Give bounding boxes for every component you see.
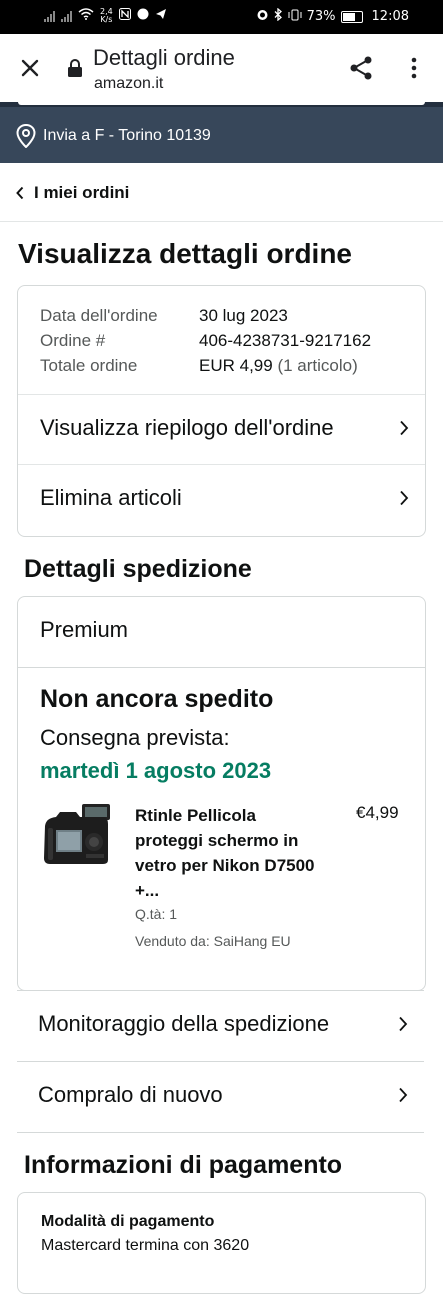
track-shipment-label: Monitoraggio della spedizione	[38, 1011, 330, 1036]
deliver-to-text: Invia a F - Torino 10139	[43, 127, 211, 144]
delete-items-link[interactable]: Elimina articoli	[18, 464, 425, 535]
back-link-label: I miei ordini	[34, 183, 130, 202]
chevron-right-icon	[399, 1087, 408, 1103]
order-number-label: Ordine #	[40, 331, 106, 350]
product-seller: Venduto da: SaiHang EU	[135, 933, 291, 949]
status-right: 73% 12:08	[256, 7, 409, 25]
payment-method-label: Modalità di pagamento	[41, 1213, 215, 1230]
notification-icon	[137, 8, 149, 24]
location-pin-icon	[16, 124, 36, 148]
order-total-amount: EUR 4,99	[199, 356, 273, 375]
battery-percent: 73%	[306, 9, 336, 24]
shipment-card: Premium Non ancora spedito Consegna prev…	[17, 596, 426, 991]
speed-unit: K/s	[100, 15, 113, 24]
signal-icon	[44, 10, 55, 22]
more-vert-icon	[411, 57, 417, 79]
payment-method-value: Mastercard termina con 3620	[41, 1237, 250, 1254]
signal-icon-2	[61, 10, 72, 22]
order-number-value: 406-4238731-9217162	[199, 331, 372, 350]
share-icon	[350, 56, 372, 80]
expected-delivery-label: Consegna prevista:	[40, 725, 230, 750]
bluetooth-icon	[274, 7, 283, 25]
order-date-value: 30 lug 2023	[199, 306, 288, 325]
chevron-left-icon	[16, 186, 24, 200]
status-bar: 2,4 K/s 73% 12:08	[0, 0, 443, 34]
order-summary-card: Data dell'ordine 30 lug 2023 Ordine # 40…	[17, 285, 426, 537]
close-icon	[21, 59, 39, 77]
deliver-to-bar[interactable]: Invia a F - Torino 10139	[0, 107, 443, 163]
order-date-label: Data dell'ordine	[40, 306, 158, 325]
telegram-icon	[155, 8, 167, 24]
shipment-status: Non ancora spedito	[40, 685, 274, 713]
network-speed: 2,4 K/s	[100, 8, 113, 24]
product-quantity: Q.tà: 1	[135, 906, 178, 922]
share-button[interactable]	[348, 55, 374, 86]
view-order-summary-link[interactable]: Visualizza riepilogo dell'ordine	[18, 394, 425, 465]
product-price: €4,99	[356, 803, 399, 822]
payment-heading: Informazioni di pagamento	[24, 1151, 343, 1179]
close-button[interactable]	[18, 56, 42, 80]
product-image[interactable]	[42, 802, 112, 872]
order-total-label: Totale ordine	[40, 356, 138, 375]
site-domain: amazon.it	[94, 75, 164, 92]
buy-again-link[interactable]: Compralo di nuovo	[17, 1061, 424, 1133]
clock: 12:08	[371, 9, 409, 24]
shipping-heading: Dettagli spedizione	[24, 555, 252, 583]
expected-delivery-date: martedì 1 agosto 2023	[40, 758, 272, 783]
divider	[18, 667, 425, 668]
battery-icon	[340, 10, 363, 23]
lock-icon	[68, 59, 82, 77]
order-total-items: (1 articolo)	[277, 356, 358, 375]
page-title-bar: Dettagli ordine	[93, 45, 235, 70]
chevron-right-icon	[399, 1016, 408, 1032]
order-total-value: EUR 4,99 (1 articolo)	[199, 356, 358, 376]
wifi-icon	[78, 8, 94, 24]
back-to-orders-link[interactable]: I miei ordini	[0, 163, 443, 222]
shipping-service: Premium	[40, 617, 129, 642]
chevron-right-icon	[400, 490, 409, 506]
delete-items-label: Elimina articoli	[40, 485, 182, 510]
payment-card: Modalità di pagamento Mastercard termina…	[17, 1192, 426, 1294]
nfc-icon	[118, 8, 131, 24]
buy-again-label: Compralo di nuovo	[38, 1082, 223, 1107]
product-title-link[interactable]: Rtinle Pellicola proteggi schermo in vet…	[135, 803, 325, 903]
status-left: 2,4 K/s	[44, 8, 167, 24]
more-options-button[interactable]	[406, 56, 422, 85]
vibrate-icon	[288, 9, 302, 25]
browser-toolbar: Dettagli ordine amazon.it	[0, 34, 443, 102]
view-order-summary-label: Visualizza riepilogo dell'ordine	[40, 415, 334, 440]
page-title: Visualizza dettagli ordine	[18, 238, 353, 269]
track-shipment-link[interactable]: Monitoraggio della spedizione	[17, 990, 424, 1061]
alarm-icon	[256, 8, 269, 25]
chevron-right-icon	[400, 420, 409, 436]
